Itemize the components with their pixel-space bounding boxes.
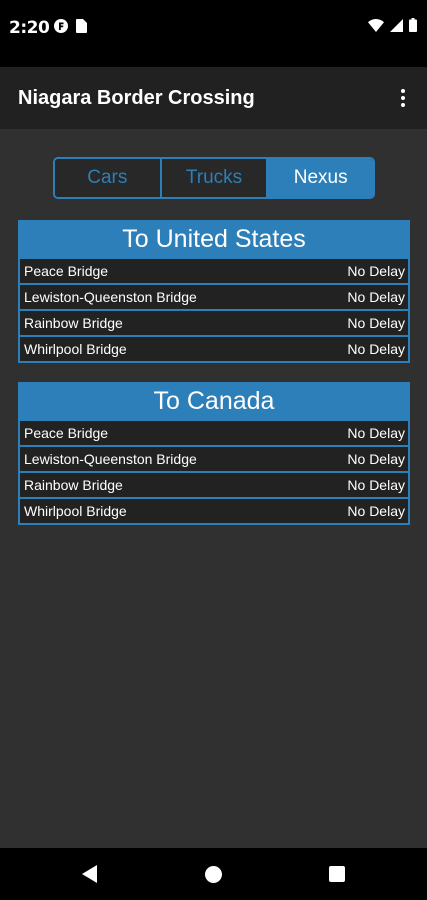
home-icon[interactable] [205, 866, 222, 883]
bridge-row: Rainbow Bridge No Delay [20, 311, 408, 335]
bridge-name: Rainbow Bridge [24, 315, 123, 331]
to-canada-section: To Canada Peace Bridge No Delay Lewiston… [18, 382, 410, 525]
app-bar: Niagara Border Crossing [0, 67, 427, 129]
status-time: 2:20 [9, 18, 50, 38]
status-system-icons [368, 18, 417, 32]
vehicle-type-tabs: Cars Trucks Nexus [53, 157, 375, 199]
delay-status: No Delay [347, 425, 405, 441]
overflow-menu-icon[interactable] [393, 84, 413, 112]
bridge-name: Lewiston-Queenston Bridge [24, 451, 197, 467]
sim-card-icon [76, 19, 87, 33]
delay-status: No Delay [347, 315, 405, 331]
bridge-name: Whirlpool Bridge [24, 503, 127, 519]
recents-icon[interactable] [329, 866, 345, 882]
delay-status: No Delay [347, 477, 405, 493]
tab-trucks[interactable]: Trucks [161, 159, 269, 197]
bridge-row: Peace Bridge No Delay [20, 259, 408, 283]
bridge-name: Peace Bridge [24, 425, 109, 441]
app-title: Niagara Border Crossing [18, 87, 255, 109]
bridge-name: Lewiston-Queenston Bridge [24, 289, 197, 305]
bridge-name: Rainbow Bridge [24, 477, 123, 493]
battery-icon [409, 18, 417, 32]
section-title: To Canada [153, 387, 275, 415]
main-content: Cars Trucks Nexus To United States Peace… [0, 129, 427, 848]
delay-status: No Delay [347, 503, 405, 519]
delay-status: No Delay [347, 263, 405, 279]
bridge-row: Whirlpool Bridge No Delay [20, 337, 408, 361]
back-icon[interactable] [82, 865, 97, 883]
bridge-row: Peace Bridge No Delay [20, 421, 408, 445]
delay-status: No Delay [347, 289, 405, 305]
to-united-states-section: To United States Peace Bridge No Delay L… [18, 220, 410, 363]
tab-cars[interactable]: Cars [55, 159, 162, 197]
bridge-row: Lewiston-Queenston Bridge No Delay [20, 285, 408, 309]
bridge-row: Lewiston-Queenston Bridge No Delay [20, 447, 408, 471]
system-navigation-bar [0, 848, 427, 900]
wifi-icon [368, 18, 384, 32]
delay-status: No Delay [347, 451, 405, 467]
delay-status: No Delay [347, 341, 405, 357]
bridge-name: Whirlpool Bridge [24, 341, 127, 357]
tab-nexus[interactable]: Nexus [268, 159, 373, 197]
bridge-row: Whirlpool Bridge No Delay [20, 499, 408, 523]
cell-signal-icon [390, 18, 403, 32]
bridge-row: Rainbow Bridge No Delay [20, 473, 408, 497]
status-notification-icons [54, 19, 87, 33]
f-app-icon [54, 19, 68, 33]
section-title: To United States [122, 225, 306, 253]
status-bar: 2:20 [0, 0, 427, 67]
bridge-name: Peace Bridge [24, 263, 109, 279]
